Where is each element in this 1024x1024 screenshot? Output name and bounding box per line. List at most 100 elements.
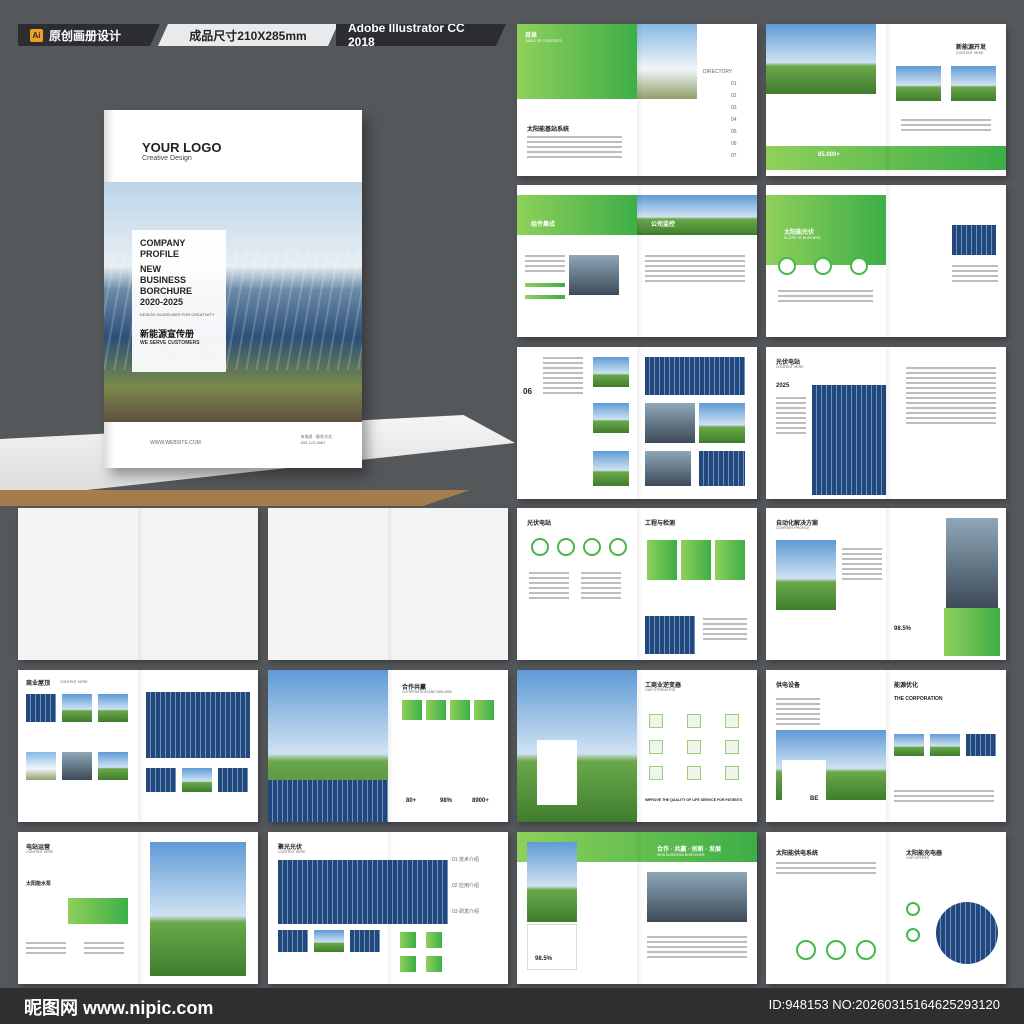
text-lines [776, 698, 820, 728]
text-lines [776, 862, 876, 877]
engineer-photo [569, 255, 619, 295]
plant-photo [593, 357, 629, 387]
cover-title-line: BUSINESS [140, 275, 187, 285]
cluster-sub: CONTENT HERE [278, 850, 306, 854]
spread-cluster: 聚光光伏 CONTENT HERE 01 技术介绍 02 应用介绍 03 研发介… [268, 832, 508, 984]
handshake-photo [647, 872, 747, 922]
cooperation-stat: 8900+ [472, 798, 489, 804]
pv-sub: CONTENT HERE [776, 365, 804, 369]
solar-photo [146, 768, 176, 792]
field-photo [930, 734, 960, 756]
cooperation-sub: COOPERATION AND WIN-WIN [402, 690, 452, 694]
supply-right-sub: OUR OFFERS [906, 856, 929, 860]
field-photo [593, 451, 629, 486]
tag-software-label: Adobe Illustrator CC 2018 [348, 21, 465, 49]
sky-photo [182, 768, 212, 792]
spread-cooperate: 合作 · 共赢 · 创新 · 发展 NEW BUSINESS BORCHURE … [517, 832, 757, 984]
text-lines [901, 119, 991, 134]
solar-photo [952, 225, 996, 255]
text-lines [645, 255, 745, 285]
text-lines [525, 255, 565, 275]
cluster-item: 02 应用介绍 [452, 883, 479, 889]
spread-business: 太阳能光伏 SCOPE OF BUSINESS [766, 185, 1006, 337]
business-sub: SCOPE OF BUSINESS [784, 236, 821, 240]
text-lines [778, 290, 873, 305]
field-photo [894, 734, 924, 756]
solar-circle-photo [936, 902, 998, 964]
cooperation-stat: 98% [440, 798, 453, 804]
white-card [537, 740, 577, 805]
tag-size: 成品尺寸210X285mm [158, 24, 338, 46]
stat-card [527, 924, 577, 970]
green-block [944, 608, 1000, 656]
spread-pv2: 光伏电站 工程与检测 [517, 508, 757, 660]
brochure-cover: YOUR LOGO Creative Design COMPANY PROFIL… [104, 110, 362, 468]
scope-sub: CONTENT HERE [956, 51, 984, 55]
icon-circle [557, 538, 575, 556]
cover-tagline: WE SERVE CUSTOMERS [140, 340, 200, 346]
green-badge [400, 956, 416, 972]
cover-contact: 市场部 · 联系方式 400-123-4567 [300, 434, 332, 446]
commerce-sub: CONTENT HERE [60, 680, 88, 684]
text-lines [894, 790, 994, 805]
spread-blank [268, 508, 508, 660]
icon-circle [906, 928, 920, 942]
power-badge: BE [810, 796, 819, 802]
spread-scope: 新能源开发 CONTENT HERE 85.000+ [766, 24, 1006, 176]
feature-icon [649, 740, 663, 754]
automation-stat: 98.5% [894, 626, 912, 632]
contact-line: 400-123-4567 [300, 440, 326, 445]
business-heading: 太阳能光伏 [784, 230, 815, 236]
enterprise-right-title: 公司监控 [651, 222, 676, 228]
spread-pv: 光伏电站 CONTENT HERE 2025 [766, 347, 1006, 499]
green-card [715, 540, 745, 580]
commerce-heading: 商业屋顶 [26, 681, 51, 687]
icon-circle [778, 257, 796, 275]
cooperate-heading: 合作 · 共赢 · 创新 · 发展 [657, 847, 721, 853]
text-lines [581, 572, 621, 602]
illustrator-icon: Ai [30, 29, 43, 42]
cover-title-line: 2020-2025 [140, 297, 184, 307]
pylon-photo [637, 24, 697, 99]
pv-year: 2025 [776, 383, 790, 389]
table-edge [0, 490, 470, 506]
image-id: ID:948153 NO:20260315164625293120 [768, 997, 1000, 1012]
green-badge [426, 700, 446, 720]
text-lines [703, 618, 747, 643]
spread-blank [18, 508, 258, 660]
text-lines [776, 397, 806, 437]
solar-photo [350, 930, 380, 952]
handshake-photo [645, 403, 695, 443]
text-lines [26, 942, 66, 957]
text-lines [952, 265, 998, 285]
green-badge [426, 932, 442, 948]
text-lines [647, 936, 747, 961]
power-left-title: 供电设备 [776, 683, 801, 689]
directory-label: DIRECTORY [703, 69, 733, 75]
cover-title-line: NEW [140, 264, 161, 274]
cover-logo: YOUR LOGO [142, 140, 222, 155]
turbine-photo [527, 842, 577, 922]
spread-profile: 06 [517, 347, 757, 499]
feature-icon [725, 714, 739, 728]
contents-left-heading: 太阳能基站系统 [527, 127, 570, 133]
spread-commerce: 商业屋顶 CONTENT HERE [18, 670, 258, 822]
tag-software: Adobe Illustrator CC 2018 [336, 24, 506, 46]
icon-circle [531, 538, 549, 556]
spread-automation: 自动化解决方案 COMPANY PROFILE 98.5% [766, 508, 1006, 660]
landscape-photo [637, 195, 757, 235]
pylon-photo [26, 752, 56, 780]
meadow-photo [776, 540, 836, 610]
cluster-item: 03 研发介绍 [452, 909, 479, 915]
power-right-title: 能源优化 [894, 683, 919, 689]
tag-original-label: 原创画册设计 [49, 28, 122, 43]
white-card [782, 760, 826, 804]
turbine-photo [699, 403, 745, 443]
icon-circle [609, 538, 627, 556]
icon-circle [856, 940, 876, 960]
solar-panel-photo [812, 385, 886, 495]
text-lines [906, 367, 996, 427]
turbine-photo [98, 752, 128, 780]
icon-circle [906, 902, 920, 916]
solar-photo [268, 780, 388, 822]
